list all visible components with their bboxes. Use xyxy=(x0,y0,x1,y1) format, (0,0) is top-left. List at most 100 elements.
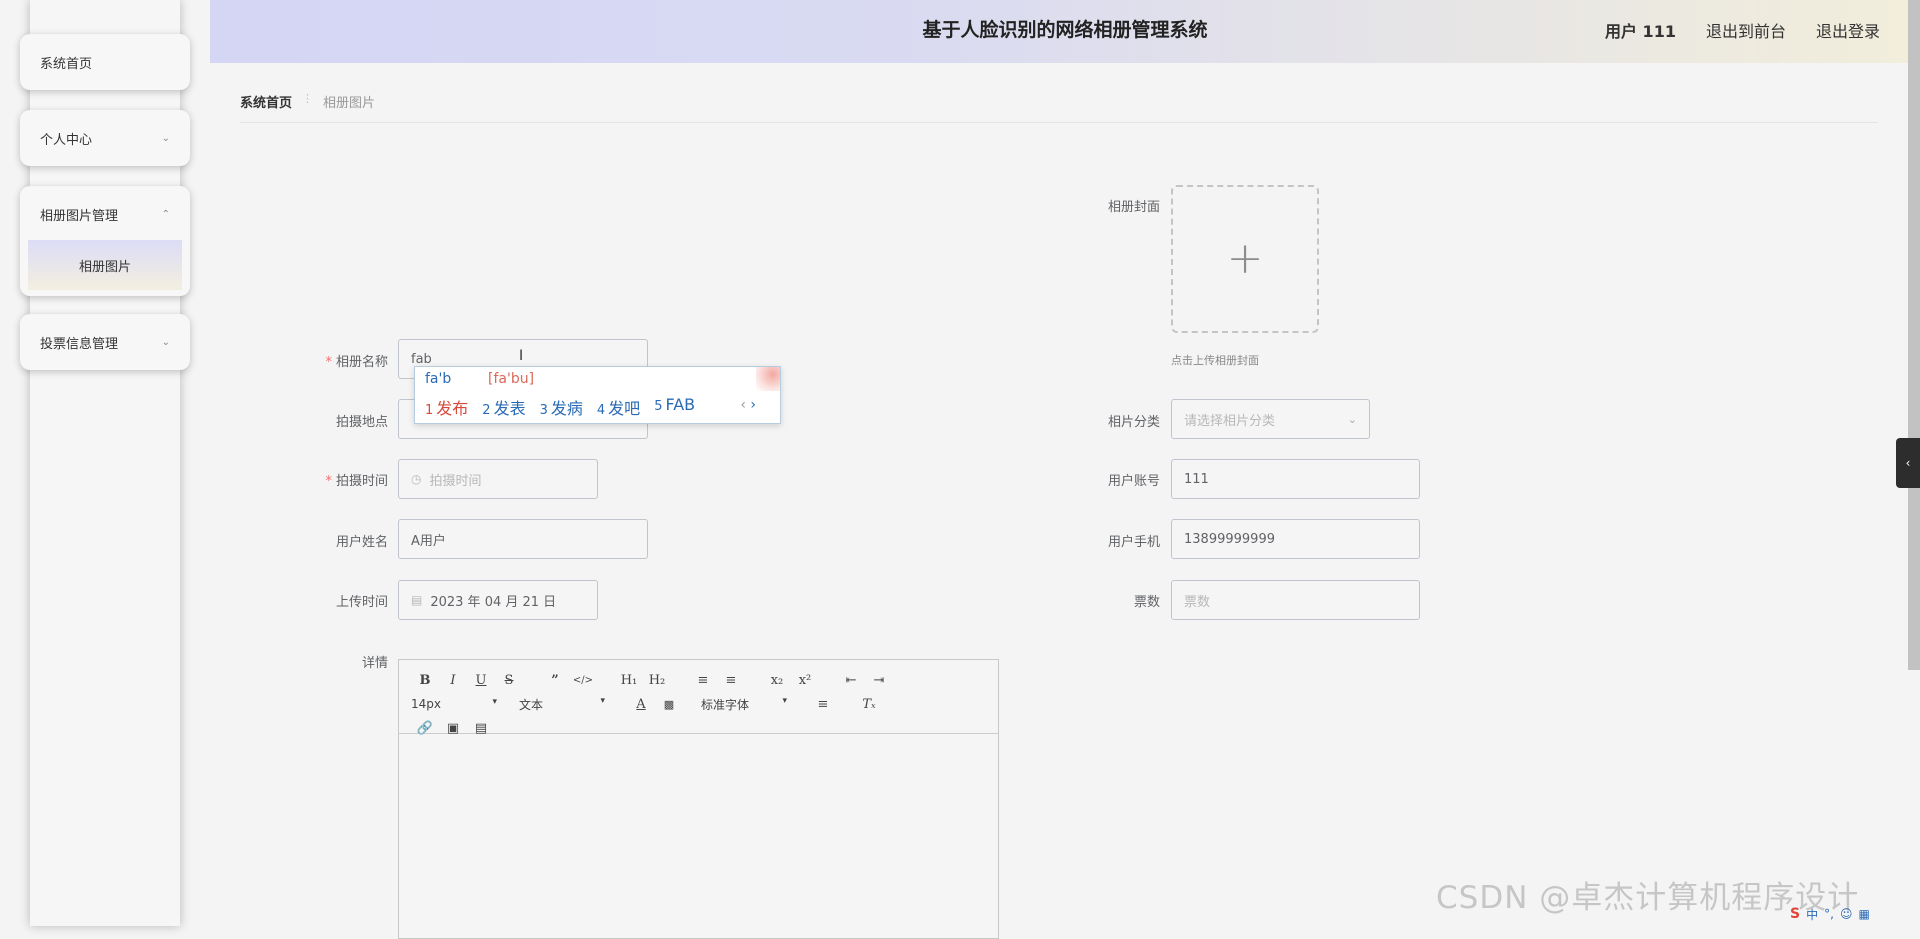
strikethrough-icon[interactable]: S xyxy=(495,673,523,688)
font-color-icon[interactable]: A xyxy=(627,697,655,712)
cover-label-text: 相册封面 xyxy=(1107,200,1160,215)
keyboard-icon[interactable]: ▦ xyxy=(1858,907,1869,921)
account-value: 111 xyxy=(1184,471,1209,487)
collapse-panel-chevron-left-icon[interactable]: ‹ xyxy=(1896,438,1920,488)
cover-label: 相册封面 xyxy=(1050,196,1160,215)
votes-label-text: 票数 xyxy=(1133,595,1160,610)
sidebar-item-personal-center-head: 个人中心 ⌄ xyxy=(20,110,190,166)
block-type-select[interactable]: 文本 ▾ xyxy=(519,696,605,713)
sidebar-item-vote-management[interactable]: 投票信息管理 ⌄ xyxy=(20,314,190,370)
account-label-text: 用户账号 xyxy=(1107,474,1160,489)
heading-1-icon[interactable]: H₁ xyxy=(615,673,643,688)
category-label-text: 相片分类 xyxy=(1107,415,1160,430)
emoji-icon[interactable]: ☺ xyxy=(1840,907,1853,921)
account-input[interactable]: 111 xyxy=(1171,459,1420,499)
toolbar-row: B I U S ” </> H₁ H₂ ≡ ≡ x₂ x² ⇤ ⇥ xyxy=(411,668,986,692)
upload-time-value: 2023 年 04 月 21 日 xyxy=(430,594,557,610)
current-user: 用户 111 xyxy=(1604,22,1676,41)
user-name-label-text: 用户姓名 xyxy=(335,535,388,550)
phone-label-text: 用户手机 xyxy=(1107,535,1160,550)
upload-time-label-text: 上传时间 xyxy=(335,595,388,610)
blockquote-icon[interactable]: ” xyxy=(541,673,569,688)
ime-candidate-text: 发布 xyxy=(436,399,469,418)
background-color-icon[interactable]: ▩ xyxy=(655,698,683,711)
clock-icon: ◷ xyxy=(411,472,422,486)
scrollbar[interactable] xyxy=(1908,0,1920,670)
font-size-select[interactable]: 14px ▾ xyxy=(411,697,497,711)
bold-icon[interactable]: B xyxy=(411,673,439,688)
shoot-time-placeholder: 拍摄时间 xyxy=(429,473,482,489)
chevron-up-icon: ⌃ xyxy=(161,208,170,220)
ime-candidate-number: 3 xyxy=(539,403,548,418)
ime-pinyin: fa'b xyxy=(425,371,452,387)
sidebar-item-vote-management-head: 投票信息管理 ⌄ xyxy=(20,314,190,370)
shoot-time-picker[interactable]: ◷ 拍摄时间 xyxy=(398,459,598,499)
phone-value: 13899999999 xyxy=(1184,531,1275,547)
ime-candidate[interactable]: 3 发病 xyxy=(540,395,583,419)
video-icon[interactable]: ▤ xyxy=(467,721,495,736)
album-name-label-text: 相册名称 xyxy=(335,355,388,370)
ime-candidate-popup: fa'b [fa'bu] 1 发布 2 发表 3 发病 4 发吧 5 FAB ‹ › xyxy=(414,366,781,424)
chevron-down-icon: ⌄ xyxy=(161,132,170,144)
phone-input[interactable]: 13899999999 xyxy=(1171,519,1420,559)
ime-mode-indicator[interactable]: 中 xyxy=(1806,906,1818,923)
code-block-icon[interactable]: </> xyxy=(569,675,597,686)
logout-link[interactable]: 退出登录 xyxy=(1816,18,1880,42)
shoot-time-label: * 拍摄时间 xyxy=(278,470,388,489)
ime-candidate[interactable]: 4 发吧 xyxy=(597,395,640,419)
select-arrows-icon: ▾ xyxy=(492,697,497,707)
indent-icon[interactable]: ⇥ xyxy=(865,673,893,688)
shoot-time-label-text: 拍摄时间 xyxy=(335,474,388,489)
font-family-value: 标准字体 xyxy=(701,697,750,712)
subscript-icon[interactable]: x₂ xyxy=(763,673,791,688)
editor-content-area[interactable] xyxy=(399,734,998,934)
album-name-label: * 相册名称 xyxy=(278,351,388,370)
sidebar-item-home-head: 系统首页 xyxy=(20,34,190,90)
sidebar-item-album-management[interactable]: 相册图片管理 ⌃ 相册图片 xyxy=(20,186,190,296)
cover-upload-button[interactable]: + xyxy=(1171,185,1319,333)
sidebar-item-label: 系统首页 xyxy=(40,56,93,72)
location-label: 拍摄地点 xyxy=(278,411,388,430)
category-select[interactable]: 请选择相片分类 ⌄ xyxy=(1171,399,1370,439)
sidebar-item-personal-center[interactable]: 个人中心 ⌄ xyxy=(20,110,190,166)
editor-toolbar: B I U S ” </> H₁ H₂ ≡ ≡ x₂ x² ⇤ ⇥ 14px ▾ xyxy=(399,660,998,736)
italic-icon[interactable]: I xyxy=(439,673,467,688)
ime-candidate[interactable]: 5 FAB xyxy=(654,395,695,419)
ime-candidate-text: 发病 xyxy=(550,399,583,418)
sidebar-item-album-management-head: 相册图片管理 ⌃ xyxy=(20,186,190,242)
cover-upload-tip: 点击上传相册封面 xyxy=(1171,354,1259,367)
ime-candidate-number: 5 xyxy=(654,399,663,414)
underline-icon[interactable]: U xyxy=(467,673,495,688)
sidebar-subitem-album-photos[interactable]: 相册图片 xyxy=(28,240,182,290)
exit-to-front-link[interactable]: 退出到前台 xyxy=(1706,18,1786,42)
ime-page-nav-icon[interactable]: ‹ › xyxy=(740,397,756,413)
superscript-icon[interactable]: x² xyxy=(791,673,819,688)
toolbar-row: 14px ▾ 文本 ▾ A ▩ 标准字体 ▾ ≡ Tₓ xyxy=(411,692,986,716)
upload-time-picker[interactable]: ▤ 2023 年 04 月 21 日 xyxy=(398,580,598,620)
user-name-input[interactable]: A用户 xyxy=(398,519,648,559)
punctuation-icon[interactable]: °, xyxy=(1824,907,1834,921)
heading-2-icon[interactable]: H₂ xyxy=(643,673,671,688)
sogou-ime-icon[interactable]: S xyxy=(1790,906,1800,922)
breadcrumb-home[interactable]: 系统首页 xyxy=(240,92,292,111)
plus-icon: + xyxy=(1226,233,1264,284)
image-icon[interactable]: ▣ xyxy=(439,721,467,736)
bullet-list-icon[interactable]: ≡ xyxy=(717,673,745,688)
font-family-select[interactable]: 标准字体 ▾ xyxy=(701,696,787,713)
ordered-list-icon[interactable]: ≡ xyxy=(689,673,717,688)
required-mark: * xyxy=(325,474,332,489)
sidebar-subitem-label: 相册图片 xyxy=(78,259,131,275)
sidebar-item-home[interactable]: 系统首页 xyxy=(20,34,190,90)
clear-format-icon[interactable]: Tₓ xyxy=(855,697,883,712)
upload-time-label: 上传时间 xyxy=(278,591,388,610)
align-icon[interactable]: ≡ xyxy=(809,697,837,712)
link-icon[interactable]: 🔗 xyxy=(411,721,439,736)
ime-candidate-number: 1 xyxy=(425,403,434,418)
breadcrumb: 系统首页 ⋮ 相册图片 xyxy=(240,92,1878,123)
outdent-icon[interactable]: ⇤ xyxy=(837,673,865,688)
ime-candidate[interactable]: 2 发表 xyxy=(482,395,525,419)
ime-candidate[interactable]: 1 发布 xyxy=(425,395,468,419)
votes-input[interactable]: 票数 xyxy=(1171,580,1420,620)
block-type-value: 文本 xyxy=(519,697,544,712)
user-name-label: 用户姓名 xyxy=(278,531,388,550)
